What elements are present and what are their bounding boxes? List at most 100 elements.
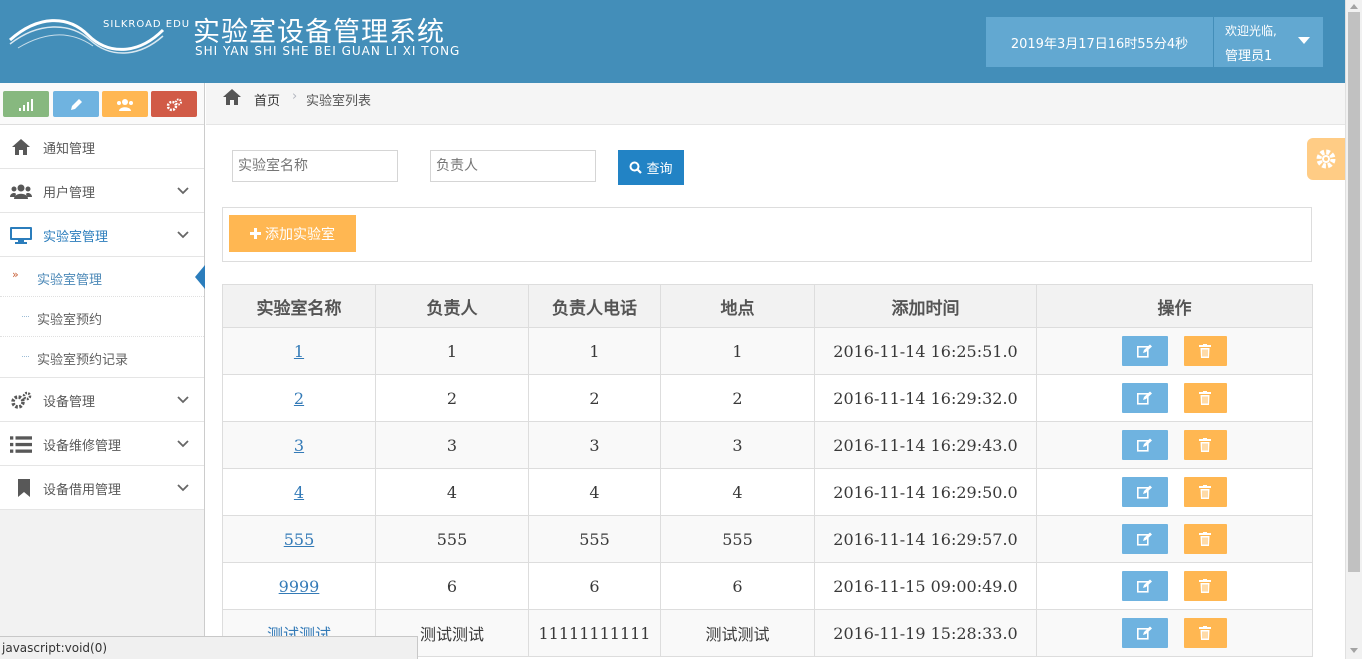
sidebar-shortcuts xyxy=(0,83,204,125)
cell-lab-name: 4 xyxy=(222,468,376,516)
settings-toggle-button[interactable] xyxy=(1307,138,1345,180)
column-header: 负责人电话 xyxy=(528,284,661,328)
shortcut-signal-button[interactable] xyxy=(3,91,49,117)
edit-button[interactable] xyxy=(1122,336,1168,366)
column-header: 操作 xyxy=(1036,284,1313,328)
lab-name-link[interactable]: 1 xyxy=(294,342,304,361)
column-header: 负责人 xyxy=(375,284,529,328)
chevron-down-icon xyxy=(177,231,189,239)
cell-owner: 2 xyxy=(375,374,529,422)
search-button[interactable]: 查询 xyxy=(618,150,684,185)
lab-name-link[interactable]: 3 xyxy=(294,436,304,455)
datetime-display: 2019年3月17日16时55分4秒 xyxy=(986,17,1213,67)
cell-location: 4 xyxy=(660,468,815,516)
edit-button[interactable] xyxy=(1122,524,1168,554)
browser-status-bar: javascript:void(0) xyxy=(0,636,418,659)
owner-search-input[interactable] xyxy=(430,150,596,182)
cell-added-time: 2016-11-15 09:00:49.0 xyxy=(814,562,1037,610)
cell-location: 2 xyxy=(660,374,815,422)
chevron-down-icon xyxy=(177,187,189,195)
edit-button[interactable] xyxy=(1122,383,1168,413)
logo-text: SILKROAD EDU xyxy=(103,19,191,30)
cell-phone: 11111111111 xyxy=(528,609,661,657)
caret-down-icon xyxy=(1298,37,1310,44)
delete-button[interactable] xyxy=(1184,430,1227,460)
scroll-thumb[interactable] xyxy=(1348,12,1360,572)
table-row: 4 4 4 4 2016-11-14 16:29:50.0 xyxy=(222,468,1313,516)
breadcrumb-separator-icon: › xyxy=(292,89,298,104)
cell-actions xyxy=(1036,609,1313,657)
list-icon xyxy=(10,436,32,453)
edit-button[interactable] xyxy=(1122,571,1168,601)
column-header: 地点 xyxy=(660,284,815,328)
lab-name-search-input[interactable] xyxy=(232,150,398,182)
table-row: 9999 6 6 6 2016-11-15 09:00:49.0 xyxy=(222,562,1313,610)
cell-owner: 6 xyxy=(375,562,529,610)
table-row: 3 3 3 3 2016-11-14 16:29:43.0 xyxy=(222,421,1313,469)
home-icon[interactable] xyxy=(222,88,242,106)
delete-button[interactable] xyxy=(1184,618,1227,648)
sidebar-item-label: 设备借用管理 xyxy=(43,483,122,498)
user-menu[interactable]: 欢迎光临, 管理员1 xyxy=(1214,17,1323,67)
lab-name-link[interactable]: 4 xyxy=(294,483,304,502)
cell-actions xyxy=(1036,327,1313,375)
cell-added-time: 2016-11-14 16:29:50.0 xyxy=(814,468,1037,516)
cell-lab-name: 9999 xyxy=(222,562,376,610)
user-name: 管理员1 xyxy=(1225,49,1273,64)
add-lab-button[interactable]: 添加实验室 xyxy=(229,215,356,252)
cell-location: 测试测试 xyxy=(660,609,815,657)
cell-location: 555 xyxy=(660,515,815,563)
page-scrollbar[interactable] xyxy=(1345,0,1362,659)
scroll-down-arrow-icon[interactable] xyxy=(1350,648,1358,653)
edit-icon xyxy=(1137,344,1152,358)
toolbar-panel: 添加实验室 xyxy=(222,207,1312,262)
plus-icon xyxy=(250,228,261,239)
logo-wave-icon xyxy=(9,19,165,54)
shortcut-cogs-button[interactable] xyxy=(151,91,197,117)
sidebar-subitem-lab-management[interactable]: » 实验室管理 xyxy=(0,257,205,297)
cell-phone: 4 xyxy=(528,468,661,516)
trash-icon xyxy=(1199,438,1211,452)
sidebar-subitem-label: 实验室管理 xyxy=(37,273,103,288)
add-lab-button-label: 添加实验室 xyxy=(265,226,335,243)
breadcrumb-home-link[interactable]: 首页 xyxy=(254,90,280,109)
shortcut-pencil-button[interactable] xyxy=(53,91,99,117)
home-icon xyxy=(12,139,30,155)
datetime-text: 2019年3月17日16时55分4秒 xyxy=(1010,36,1189,52)
sidebar-item-users[interactable]: 用户管理 xyxy=(0,169,204,213)
scroll-up-arrow-icon[interactable] xyxy=(1350,4,1358,9)
edit-button[interactable] xyxy=(1122,430,1168,460)
delete-button[interactable] xyxy=(1184,336,1227,366)
sidebar-subitem-lab-booking-records[interactable]: 实验室预约记录 xyxy=(0,337,204,377)
cell-added-time: 2016-11-19 15:28:33.0 xyxy=(814,609,1037,657)
double-angle-right-icon: » xyxy=(12,268,19,281)
sidebar-subitem-lab-booking[interactable]: 实验室预约 xyxy=(0,297,204,337)
lab-name-link[interactable]: 2 xyxy=(294,389,304,408)
sidebar-item-label: 通知管理 xyxy=(43,142,96,157)
edit-button[interactable] xyxy=(1122,477,1168,507)
cell-phone: 3 xyxy=(528,421,661,469)
table-row: 2 2 2 2 2016-11-14 16:29:32.0 xyxy=(222,374,1313,422)
sidebar-item-borrowing[interactable]: 设备借用管理 xyxy=(0,466,204,510)
delete-button[interactable] xyxy=(1184,524,1227,554)
sidebar-item-labs[interactable]: 实验室管理 xyxy=(0,213,204,257)
sidebar-subitem-label: 实验室预约记录 xyxy=(37,353,129,368)
sidebar-item-repairs[interactable]: 设备维修管理 xyxy=(0,422,204,466)
sidebar-item-label: 用户管理 xyxy=(43,186,96,201)
delete-button[interactable] xyxy=(1184,477,1227,507)
sidebar: 通知管理 用户管理 实验室管理 » 实验室管理 实验室预约 实验室预约记录 设备… xyxy=(0,83,205,659)
delete-button[interactable] xyxy=(1184,383,1227,413)
lab-name-link[interactable]: 9999 xyxy=(279,577,320,596)
cell-owner: 3 xyxy=(375,421,529,469)
cell-added-time: 2016-11-14 16:29:32.0 xyxy=(814,374,1037,422)
users-icon xyxy=(117,99,133,111)
sidebar-item-devices[interactable]: 设备管理 xyxy=(0,378,204,422)
cell-actions xyxy=(1036,515,1313,563)
lab-name-link[interactable]: 555 xyxy=(284,530,315,549)
shortcut-users-button[interactable] xyxy=(102,91,148,117)
sidebar-item-notices[interactable]: 通知管理 xyxy=(0,125,204,169)
sidebar-item-label: 实验室管理 xyxy=(43,230,109,245)
edit-button[interactable] xyxy=(1122,618,1168,648)
trash-icon xyxy=(1199,344,1211,358)
delete-button[interactable] xyxy=(1184,571,1227,601)
